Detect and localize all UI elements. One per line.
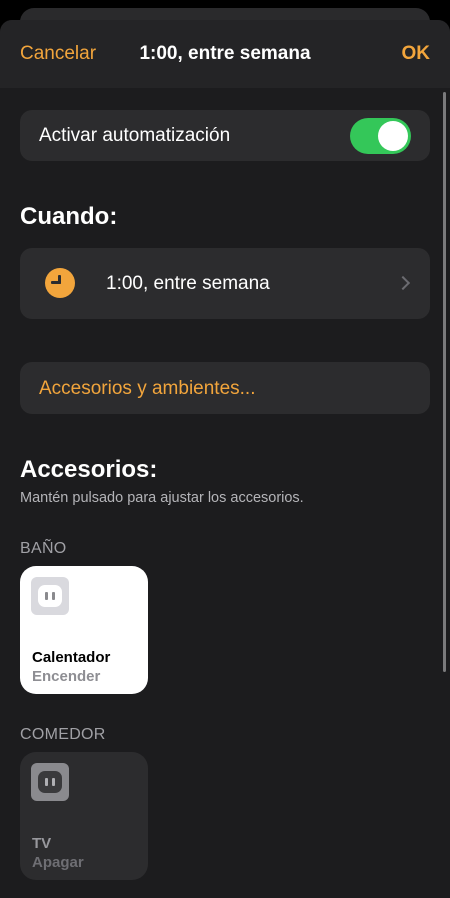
accessory-tile-tv[interactable]: TV Apagar (20, 752, 148, 880)
activate-automation-toggle[interactable] (350, 118, 411, 154)
room-header-comedor: COMEDOR (20, 726, 106, 743)
trigger-label: 1:00, entre semana (106, 273, 270, 294)
room-header-bano: BAÑO (20, 540, 67, 557)
accessories-section-title: Accesorios: (20, 456, 158, 483)
activate-automation-row: Activar automatización (20, 110, 430, 161)
clock-icon (45, 268, 75, 298)
accessory-name: Calentador (32, 649, 111, 666)
chevron-right-icon (395, 275, 411, 291)
accessory-name: TV (32, 835, 52, 852)
accessory-action: Apagar (32, 854, 84, 871)
accessory-action: Encender (32, 668, 101, 685)
automation-sheet: Cancelar 1:00, entre semana OK Activar a… (0, 20, 450, 898)
toggle-knob (378, 121, 408, 151)
scrollbar[interactable] (443, 92, 446, 672)
navigation-bar: Cancelar 1:00, entre semana OK (0, 20, 450, 88)
outlet-icon (31, 577, 69, 615)
page-title: 1:00, entre semana (139, 43, 311, 64)
ok-button[interactable]: OK (402, 43, 431, 65)
accessories-hint: Mantén pulsado para ajustar los accesori… (20, 490, 304, 506)
activate-automation-label: Activar automatización (39, 125, 231, 146)
outlet-icon (31, 763, 69, 801)
when-section-title: Cuando: (20, 203, 118, 230)
accessories-and-scenes-button[interactable]: Accesorios y ambientes... (20, 362, 430, 414)
accessory-tile-calentador[interactable]: Calentador Encender (20, 566, 148, 694)
when-trigger-row[interactable]: 1:00, entre semana (20, 248, 430, 319)
accessories-and-scenes-label: Accesorios y ambientes... (39, 378, 256, 399)
